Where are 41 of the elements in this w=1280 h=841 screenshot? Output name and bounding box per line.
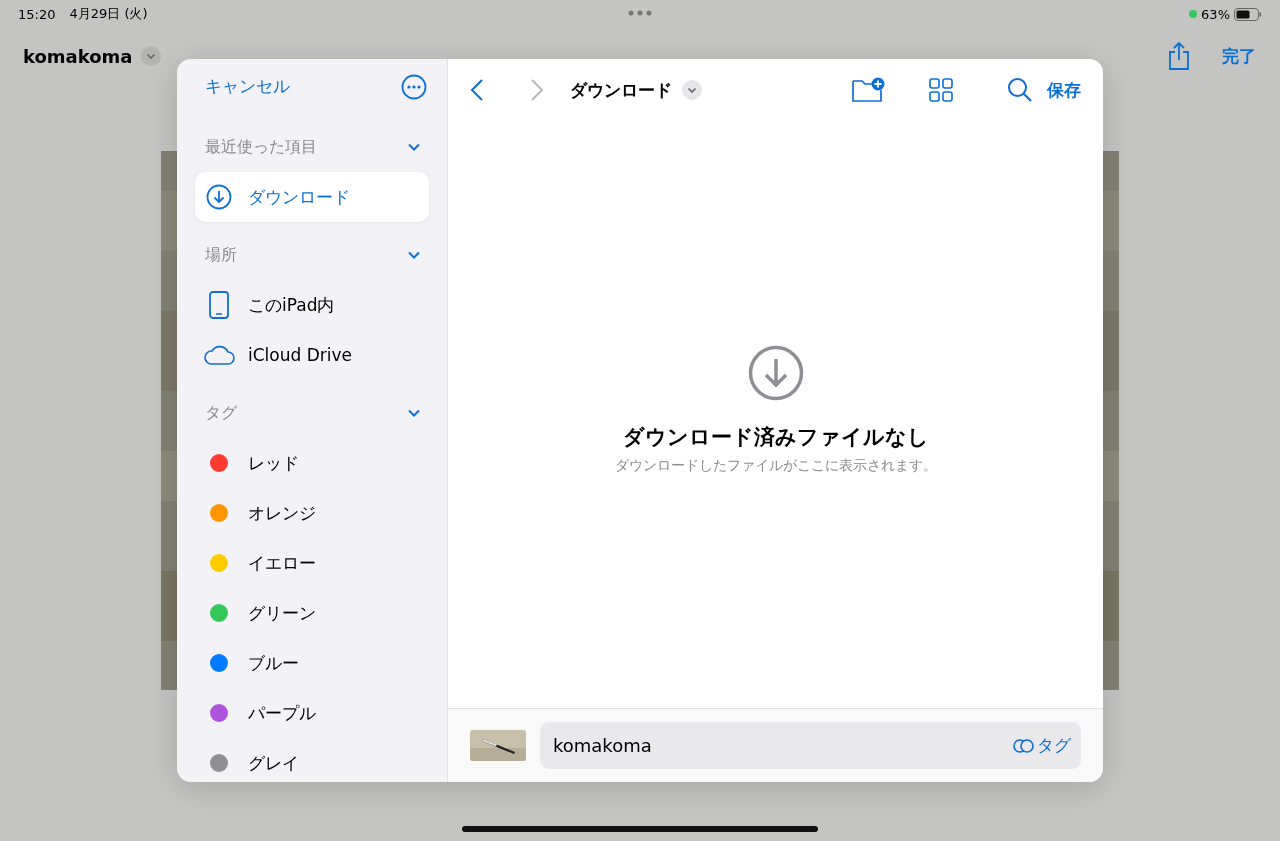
- battery-percent: 63%: [1201, 6, 1230, 22]
- sidebar-item[interactable]: このiPad内: [195, 280, 429, 330]
- section-header: タグ: [205, 402, 237, 424]
- share-icon[interactable]: [1168, 41, 1190, 71]
- sidebar-item[interactable]: レッド: [195, 438, 429, 488]
- sidebar-item[interactable]: パープル: [195, 688, 429, 738]
- empty-subtitle: ダウンロードしたファイルがここに表示されます。: [614, 456, 937, 475]
- battery-icon: [1234, 7, 1262, 21]
- sidebar-item[interactable]: ダウンロード: [195, 172, 429, 222]
- sidebar-item[interactable]: グリーン: [195, 588, 429, 638]
- tablet-icon: [209, 291, 229, 319]
- back-icon[interactable]: [470, 78, 484, 102]
- empty-title: ダウンロード済みファイルなし: [622, 423, 929, 451]
- sidebar-item[interactable]: ブルー: [195, 638, 429, 688]
- sidebar-item[interactable]: グレイ: [195, 738, 429, 782]
- cancel-button[interactable]: キャンセル: [205, 75, 290, 98]
- status-time: 15:20: [18, 6, 56, 22]
- grid-view-icon[interactable]: [929, 78, 953, 102]
- more-icon: [628, 10, 652, 16]
- new-folder-icon[interactable]: [851, 77, 885, 103]
- document-title: komakoma: [23, 45, 133, 67]
- search-icon[interactable]: [1007, 77, 1033, 103]
- cloud-icon: [203, 344, 235, 366]
- more-icon[interactable]: [401, 73, 427, 100]
- chevron-down-icon[interactable]: [682, 80, 702, 100]
- folder-title: ダウンロード: [570, 78, 672, 102]
- sidebar-item[interactable]: イエロー: [195, 538, 429, 588]
- section-header: 最近使った項目: [205, 136, 317, 158]
- forward-icon: [530, 78, 544, 102]
- sidebar-item[interactable]: オレンジ: [195, 488, 429, 538]
- chevron-down-icon[interactable]: [140, 46, 161, 66]
- tag-button[interactable]: タグ: [1013, 734, 1071, 757]
- filename-field[interactable]: komakoma タグ: [540, 722, 1081, 769]
- section-header: 場所: [205, 244, 237, 266]
- download-icon: [206, 184, 232, 210]
- save-button[interactable]: 保存: [1047, 78, 1081, 102]
- indicator-dot-icon: [1189, 10, 1198, 18]
- sidebar-item[interactable]: iCloud Drive: [195, 330, 429, 380]
- download-icon: [747, 344, 804, 401]
- status-date: 4月29日 (火): [69, 5, 148, 23]
- tags-icon: [1013, 737, 1035, 754]
